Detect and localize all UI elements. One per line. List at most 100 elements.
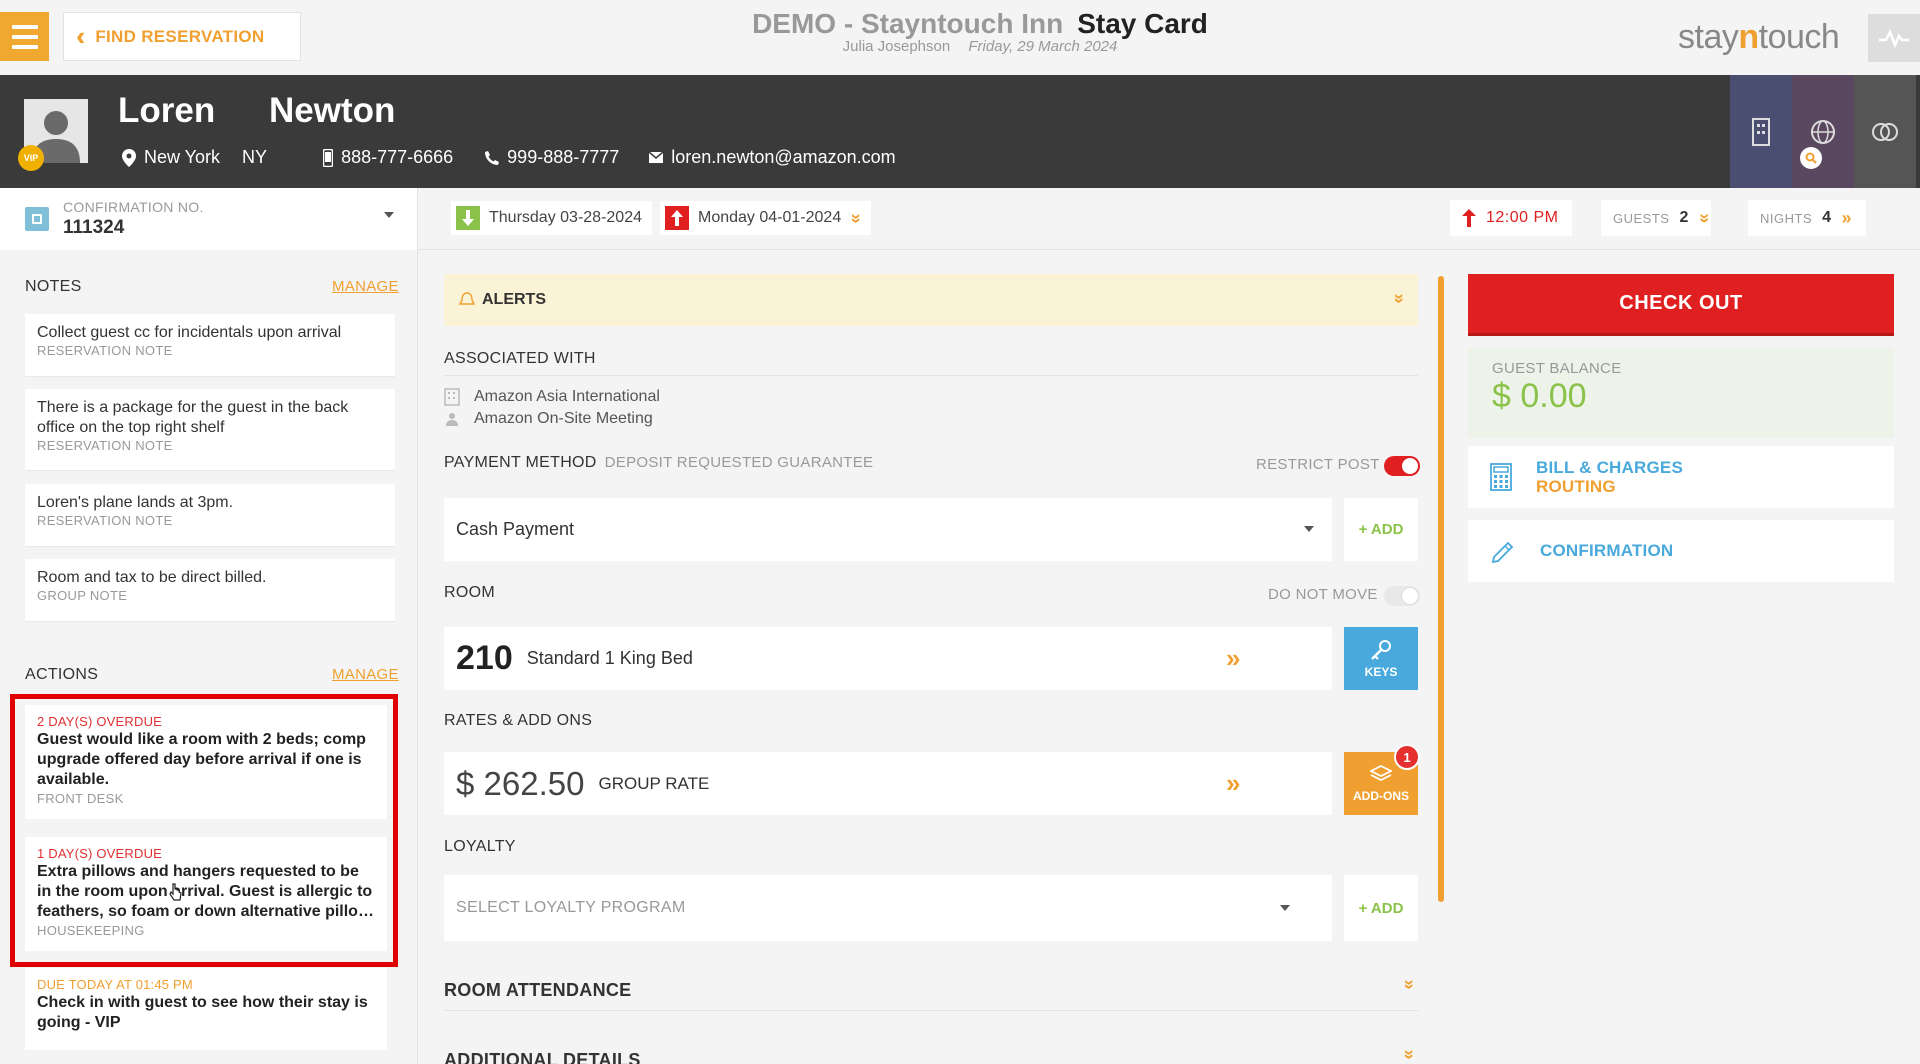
room-label: ROOM [444,584,495,601]
note-item[interactable]: Collect guest cc for incidentals upon ar… [25,314,395,376]
rate-row[interactable]: $ 262.50 GROUP RATE » [444,752,1332,815]
menu-button[interactable] [0,12,49,61]
guest-balance-value: $ 0.00 [1492,377,1587,415]
stayntouch-logo: stayntouch [1678,18,1840,56]
business-date: Friday, 29 March 2024 [968,38,1118,55]
mouse-cursor-icon [169,883,182,901]
confirmation-label: CONFIRMATION NO. [63,199,204,215]
keys-button[interactable]: KEYS [1344,627,1418,690]
find-reservation-label: FIND RESERVATION [95,26,265,46]
guest-header-tabs [1730,75,1916,188]
action-item[interactable]: 2 DAY(S) OVERDUE Guest would like a room… [25,705,387,819]
confirmation-icon [25,207,49,231]
guest-phone[interactable]: 999-888-7777 [485,147,619,168]
payment-sub-label: DEPOSIT REQUESTED GUARANTEE [604,454,874,471]
arrival-arrow-icon [456,206,480,230]
user-name: Julia Josephson [842,38,951,55]
mobile-phone-icon [323,148,334,167]
double-chevron-right-icon: » [1226,768,1241,798]
room-row[interactable]: 210 Standard 1 King Bed » [444,627,1332,690]
check-out-button[interactable]: CHECK OUT [1468,274,1894,336]
chevron-down-icon[interactable]: » [1399,1049,1420,1059]
departure-arrow-icon [665,206,689,230]
confirmation-button[interactable]: CONFIRMATION [1468,520,1894,582]
building-icon [1752,117,1770,146]
caret-down-icon [384,212,394,218]
payment-method-label: PAYMENT METHOD DEPOSIT REQUESTED GUARANTE… [444,454,874,471]
actions-manage-link[interactable]: MANAGE [332,666,399,683]
guest-contact-row: New York NY 888-777-6666 999-888-7777 lo… [122,147,896,168]
activity-pulse-icon [1879,28,1909,48]
calculator-icon [1490,463,1512,491]
add-ons-count-badge: 1 [1394,744,1420,770]
page-title: Stay Card [1077,8,1208,39]
double-chevron-right-icon: » [1226,643,1241,673]
tab-group[interactable] [1854,75,1916,188]
note-item[interactable]: There is a package for the guest in the … [25,389,395,470]
additional-details-section[interactable]: ADDITIONAL DETAILS [444,1050,641,1064]
do-not-move-label: DO NOT MOVE [1268,586,1378,603]
envelope-icon [649,152,664,163]
restrict-post-label: RESTRICT POST [1256,456,1380,473]
double-chevron-right-icon: » [1841,207,1853,228]
associated-group[interactable]: Amazon On-Site Meeting [444,410,653,428]
do-not-move-toggle[interactable] [1384,586,1420,606]
associated-with-label: ASSOCIATED WITH [444,350,596,367]
up-arrow-icon [1462,209,1476,227]
add-loyalty-button[interactable]: + ADD [1344,875,1418,941]
guest-balance-panel[interactable]: GUEST BALANCE $ 0.00 [1468,348,1894,438]
tab-guest-details[interactable] [1730,75,1792,188]
layers-icon [1370,764,1392,781]
group-icon [446,413,458,426]
guests-count[interactable]: GUESTS 2 » [1601,200,1715,236]
nights-count[interactable]: NIGHTS 4 » [1748,200,1866,236]
action-item[interactable]: DUE TODAY AT 01:45 PM Check in with gues… [25,968,387,1050]
departure-time[interactable]: 12:00 PM [1450,200,1572,236]
guest-location: New York NY [122,147,267,168]
guest-last-name[interactable]: Newton [269,91,395,131]
loyalty-label: LOYALTY [444,838,516,855]
chevron-down-icon[interactable]: » [1399,979,1420,989]
building-icon [444,388,460,406]
bill-charges-label: BILL & CHARGES [1536,458,1683,477]
actions-header: ACTIONS [25,666,99,683]
guest-balance-label: GUEST BALANCE [1492,360,1622,377]
main-column: ALERTS » ASSOCIATED WITH Amazon Asia Int… [418,250,1444,1064]
location-pin-icon [122,148,136,167]
guest-mobile[interactable]: 888-777-6666 [323,147,453,168]
alerts-panel[interactable]: ALERTS » [444,274,1418,326]
caret-down-icon [1280,905,1290,911]
guest-city: New York [144,147,221,167]
vip-badge: VIP [18,145,44,171]
chevron-down-icon: » [1694,212,1715,224]
tab-travel-agent[interactable] [1792,75,1854,188]
caret-down-icon [1304,526,1314,532]
guest-state: NY [242,147,268,167]
note-item[interactable]: Room and tax to be direct billed. GROUP … [25,559,395,621]
room-attendance-section[interactable]: ROOM ATTENDANCE [444,980,632,1001]
bill-charges-routing-button[interactable]: BILL & CHARGES ROUTING [1468,446,1894,508]
note-item[interactable]: Loren's plane lands at 3pm. RESERVATION … [25,484,395,546]
guest-email[interactable]: loren.newton@amazon.com [649,147,896,168]
double-chevron-left-icon: ‹‹ [76,21,88,51]
phone-icon [485,150,500,165]
add-payment-button[interactable]: + ADD [1344,498,1418,561]
activity-button[interactable] [1868,14,1920,62]
room-type: Standard 1 King Bed [526,648,693,668]
departure-date[interactable]: Monday 04-01-2024 » [660,201,872,235]
key-icon [1371,639,1391,660]
guest-first-name[interactable]: Loren [118,91,215,131]
right-column: CHECK OUT GUEST BALANCE $ 0.00 BILL & CH… [1442,250,1920,1064]
action-item[interactable]: 1 DAY(S) OVERDUE Extra pillows and hange… [25,837,387,951]
confirmation-selector[interactable]: CONFIRMATION NO. 111324 [0,188,418,250]
payment-method-select[interactable]: Cash Payment [444,498,1332,561]
notes-manage-link[interactable]: MANAGE [332,278,399,295]
reservation-bar: CONFIRMATION NO. 111324 Thursday 03-28-2… [0,188,1920,250]
menu-icon-line [11,34,38,39]
room-number: 210 [456,639,513,677]
restrict-post-toggle[interactable] [1384,456,1420,476]
find-reservation-button[interactable]: ‹‹ FIND RESERVATION [63,12,301,61]
associated-company[interactable]: Amazon Asia International [444,388,660,406]
loyalty-program-select[interactable]: SELECT LOYALTY PROGRAM [444,875,1332,941]
arrival-date[interactable]: Thursday 03-28-2024 [451,201,652,235]
